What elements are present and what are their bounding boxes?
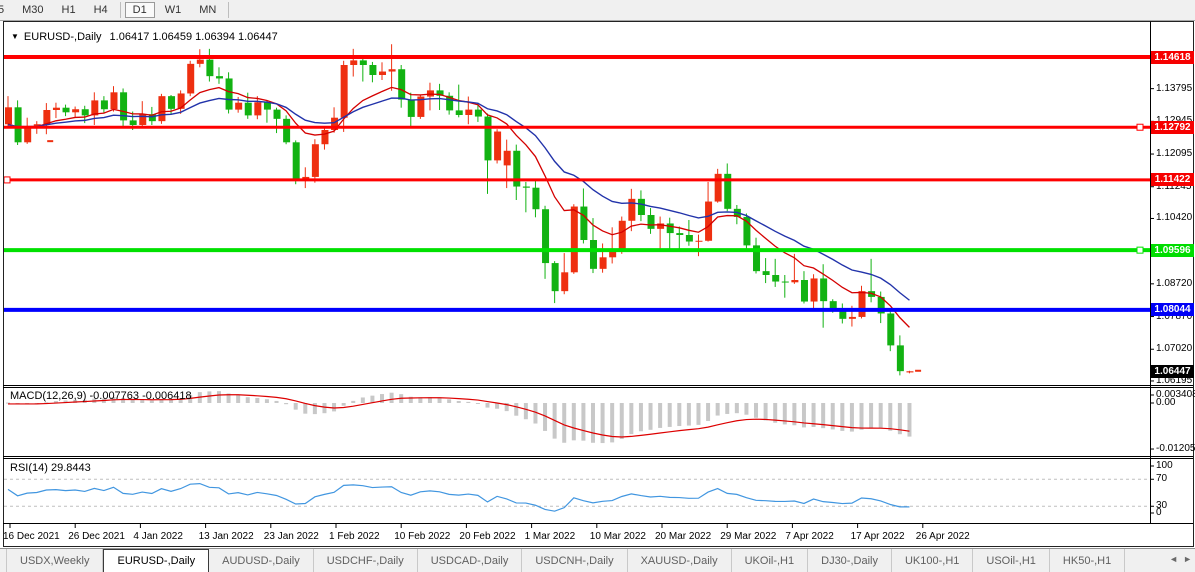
tab-hk50-h1[interactable]: HK50-,H1 bbox=[1050, 549, 1125, 572]
tab-usdchf-daily[interactable]: USDCHF-,Daily bbox=[314, 549, 418, 572]
price-tick: 1.08720 bbox=[1156, 278, 1192, 290]
date-tick-label: 1 Mar 2022 bbox=[525, 531, 576, 542]
macd-axis-tick: 0.00 bbox=[1156, 397, 1175, 409]
tab-scroll-arrows: ◄► bbox=[1164, 554, 1192, 564]
rsi-label: RSI(14) 29.8443 bbox=[10, 462, 91, 474]
chart-title-symbol: EURUSD-,Daily bbox=[24, 31, 102, 43]
price-level-badge: 1.09596 bbox=[1151, 244, 1194, 257]
macd-values: -0.007763 -0.006418 bbox=[89, 390, 191, 402]
date-tick-label: 13 Jan 2022 bbox=[199, 531, 254, 542]
price-level-badge: 1.12792 bbox=[1151, 121, 1194, 134]
tab-usdx-weekly[interactable]: USDX,Weekly bbox=[6, 549, 103, 572]
tab-dj30-daily[interactable]: DJ30-,Daily bbox=[808, 549, 892, 572]
price-level-badge: 1.14618 bbox=[1151, 51, 1194, 64]
tab-usdcnh-daily[interactable]: USDCNH-,Daily bbox=[522, 549, 627, 572]
rsi-value: 29.8443 bbox=[51, 462, 91, 474]
price-level-badge: 1.06447 bbox=[1151, 365, 1194, 378]
chart-title: ▼ EURUSD-,Daily 1.06417 1.06459 1.06394 1.… bbox=[11, 31, 278, 43]
symbol-tabbar: USDX,WeeklyEURUSD-,DailyAUDUSD-,DailyUSD… bbox=[0, 548, 1195, 572]
date-tick-label: 1 Feb 2022 bbox=[329, 531, 380, 542]
tab-xauusd-daily[interactable]: XAUUSD-,Daily bbox=[628, 549, 732, 572]
date-tick-label: 16 Dec 2021 bbox=[3, 531, 60, 542]
price-tick: 1.13795 bbox=[1156, 83, 1192, 95]
tab-usoil-h1[interactable]: USOil-,H1 bbox=[973, 549, 1050, 572]
symbol-dropdown-icon[interactable]: ▼ bbox=[11, 32, 19, 41]
tab-scroll-left-icon[interactable]: ◄ bbox=[1169, 554, 1178, 564]
rsi-name: RSI(14) bbox=[10, 462, 48, 474]
price-tick: 1.12095 bbox=[1156, 148, 1192, 160]
trading-terminal-window: 5M30H1H4D1W1MN ▼EURUSD-,Daily1.06417 1.0… bbox=[0, 0, 1195, 572]
price-tick: 1.07020 bbox=[1156, 343, 1192, 355]
date-tick-label: 20 Mar 2022 bbox=[655, 531, 711, 542]
date-tick-label: 10 Feb 2022 bbox=[394, 531, 450, 542]
date-tick-label: 23 Jan 2022 bbox=[264, 531, 319, 542]
macd-name: MACD(12,26,9) bbox=[10, 390, 86, 402]
tab-scroll-right-icon[interactable]: ► bbox=[1183, 554, 1192, 564]
tab-audusd-daily[interactable]: AUDUSD-,Daily bbox=[209, 549, 314, 572]
price-level-badge: 1.11422 bbox=[1151, 173, 1194, 186]
chart-canvas[interactable] bbox=[0, 0, 1195, 572]
price-level-badge: 1.08044 bbox=[1151, 303, 1194, 316]
date-tick-label: 26 Apr 2022 bbox=[916, 531, 970, 542]
date-tick-label: 4 Jan 2022 bbox=[133, 531, 183, 542]
price-tick: 1.10420 bbox=[1156, 212, 1192, 224]
date-tick-label: 20 Feb 2022 bbox=[459, 531, 515, 542]
tab-usdcad-daily[interactable]: USDCAD-,Daily bbox=[418, 549, 523, 572]
macd-axis-tick: -0.012058 bbox=[1156, 443, 1195, 455]
date-tick-label: 29 Mar 2022 bbox=[720, 531, 776, 542]
macd-label: MACD(12,26,9) -0.007763 -0.006418 bbox=[10, 390, 192, 402]
date-tick-label: 10 Mar 2022 bbox=[590, 531, 646, 542]
date-tick-label: 17 Apr 2022 bbox=[851, 531, 905, 542]
tab-ukoil-h1[interactable]: UKOil-,H1 bbox=[732, 549, 809, 572]
rsi-axis-tick: 100 bbox=[1156, 460, 1173, 472]
date-tick-label: 26 Dec 2021 bbox=[68, 531, 125, 542]
rsi-axis-tick: 0 bbox=[1156, 507, 1162, 519]
chart-quote-ohlc: 1.06417 1.06459 1.06394 1.06447 bbox=[110, 31, 278, 43]
tab-eurusd-daily[interactable]: EURUSD-,Daily bbox=[103, 549, 209, 572]
tab-uk100-h1[interactable]: UK100-,H1 bbox=[892, 549, 973, 572]
date-tick-label: 7 Apr 2022 bbox=[785, 531, 833, 542]
rsi-axis-tick: 70 bbox=[1156, 473, 1167, 485]
